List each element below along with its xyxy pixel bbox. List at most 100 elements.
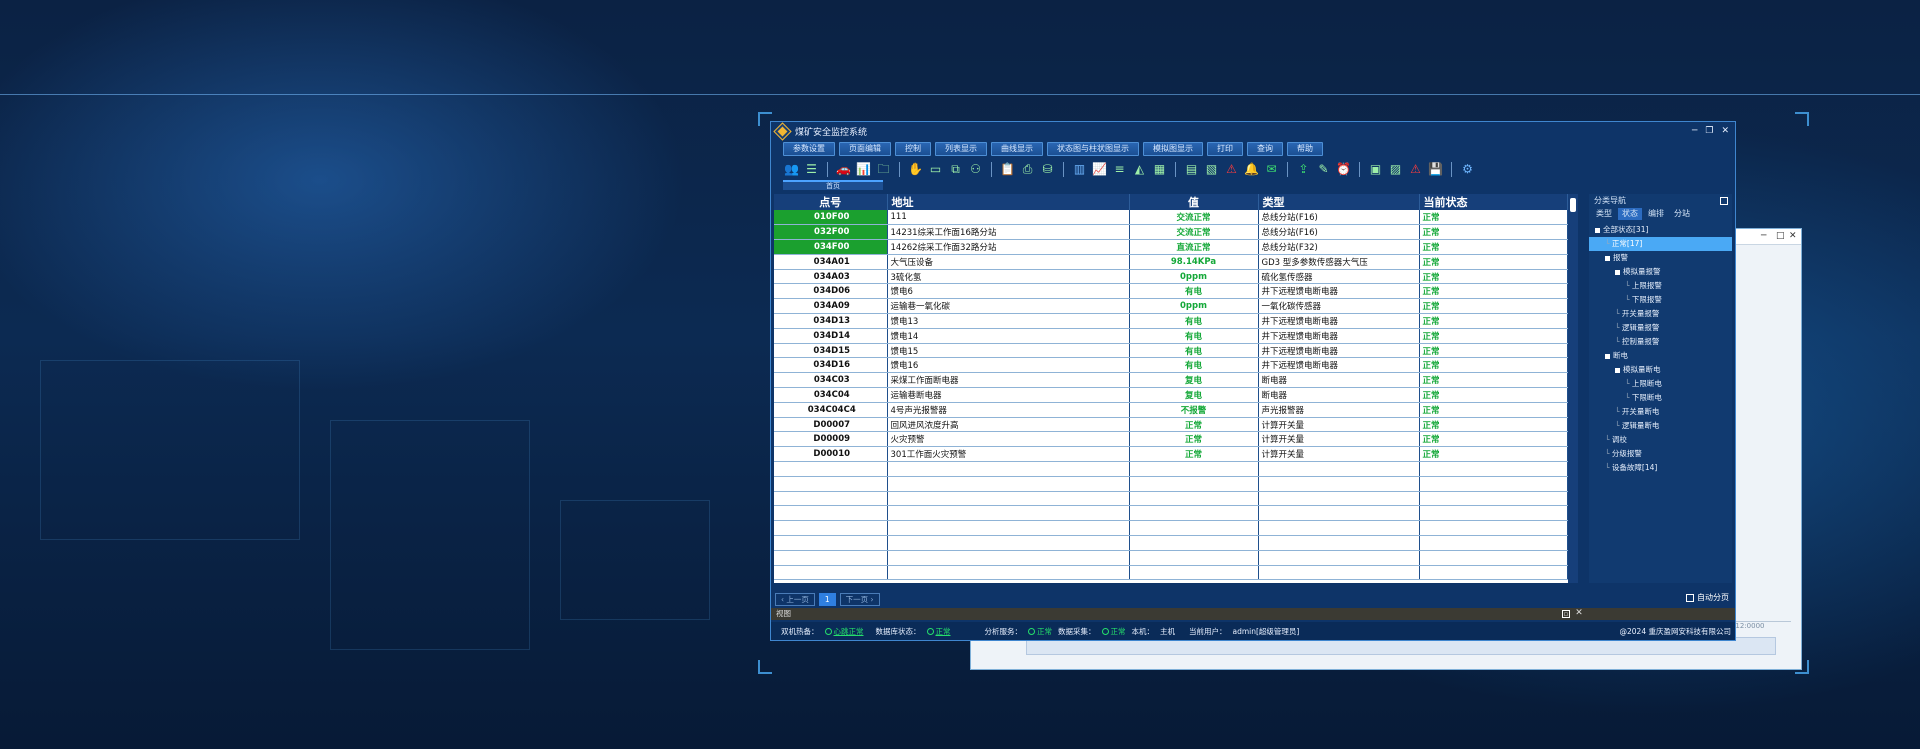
export-icon[interactable]: ⇪: [1295, 161, 1312, 178]
close-icon[interactable]: ✕: [1789, 231, 1797, 241]
menu-item[interactable]: 打印: [1207, 142, 1243, 156]
tab-home[interactable]: 首页: [783, 180, 883, 190]
table-row[interactable]: 034A09 运输巷一氧化碳 0ppm 一氧化碳传感器 正常: [774, 298, 1568, 315]
table-row[interactable]: 034A03 3硫化氢 0ppm 硫化氢传感器 正常: [774, 269, 1568, 285]
settings-icon[interactable]: ⚙: [1459, 161, 1476, 178]
message-icon[interactable]: ✉: [1263, 161, 1280, 178]
table-row[interactable]: 034C03 采煤工作面断电器 复电 断电器 正常: [774, 372, 1568, 389]
table-row[interactable]: D00007 回风进风浓度升高 正常 计算开关量 正常: [774, 417, 1568, 433]
chart-icon[interactable]: 📊: [855, 161, 872, 178]
column-header[interactable]: 当前状态: [1419, 194, 1568, 210]
tree-node[interactable]: └ 开关量报警: [1589, 307, 1732, 321]
area-chart-icon[interactable]: ◭: [1131, 161, 1148, 178]
hand-icon[interactable]: ✋: [907, 161, 924, 178]
nav-tab[interactable]: 编排: [1644, 208, 1668, 220]
tree-node[interactable]: 报警: [1589, 251, 1732, 265]
panel-pin-icon[interactable]: [1720, 197, 1728, 205]
tree-node[interactable]: └ 设备故障[14]: [1589, 461, 1732, 475]
person-icon[interactable]: ⚇: [967, 161, 984, 178]
copy-icon[interactable]: ⧉: [947, 161, 964, 178]
close-icon[interactable]: ✕: [1721, 126, 1729, 136]
menu-item[interactable]: 控制: [895, 142, 931, 156]
save-icon[interactable]: 💾: [1427, 161, 1444, 178]
line-chart-icon[interactable]: 📈: [1091, 161, 1108, 178]
nav-tab[interactable]: 分站: [1670, 208, 1694, 220]
table-row[interactable]: 034D16 馈电16 有电 井下远程馈电断电器 正常: [774, 357, 1568, 374]
menu-item[interactable]: 参数设置: [783, 142, 835, 156]
menu-item[interactable]: 模拟图显示: [1143, 142, 1203, 156]
tree-node[interactable]: └ 正常[17]: [1589, 237, 1732, 251]
maximize-icon[interactable]: ❐: [1705, 126, 1713, 136]
users-icon[interactable]: 👥: [783, 161, 800, 178]
car-icon[interactable]: 🚗: [835, 161, 852, 178]
clipboard-icon[interactable]: 📋: [999, 161, 1016, 178]
doc-icon[interactable]: ▨: [1387, 161, 1404, 178]
menu-item[interactable]: 查询: [1247, 142, 1283, 156]
scrollbar-thumb[interactable]: [1570, 198, 1576, 212]
restore-view-icon[interactable]: ▫: [1562, 610, 1570, 618]
table-row[interactable]: 034F00 14262综采工作面32路分站 直流正常 总线分站(F32) 正常: [774, 239, 1568, 255]
tree-node[interactable]: 全部状态[31]: [1589, 223, 1732, 237]
tree-node[interactable]: └ 逻辑量断电: [1589, 419, 1732, 433]
menu-item[interactable]: 曲线显示: [991, 142, 1043, 156]
book-icon[interactable]: ▤: [1183, 161, 1200, 178]
prev-page-button[interactable]: ‹ 上一页: [775, 592, 815, 606]
nav-tab[interactable]: 状态: [1618, 208, 1642, 220]
database-icon[interactable]: ⛁: [1039, 161, 1056, 178]
table-row[interactable]: 010F00 111 交流正常 总线分站(F16) 正常: [774, 210, 1568, 226]
table-row[interactable]: 034A01 大气压设备 98.14KPa GD3 型多参数传感器大气压 正常: [774, 254, 1568, 270]
auto-paging-toggle[interactable]: 自动分页: [1686, 592, 1729, 603]
tree-expander-icon[interactable]: [1605, 255, 1610, 261]
maximize-icon[interactable]: □: [1776, 231, 1785, 241]
menu-item[interactable]: 帮助: [1287, 142, 1323, 156]
print-icon[interactable]: ⎙: [1019, 161, 1036, 178]
info-warning-icon[interactable]: ⚠: [1407, 161, 1424, 178]
report-icon[interactable]: ▧: [1203, 161, 1220, 178]
tree-node[interactable]: └ 上限断电: [1589, 377, 1732, 391]
nav-tab[interactable]: 类型: [1592, 208, 1616, 220]
page-number-button[interactable]: 1: [818, 592, 836, 606]
minimize-icon[interactable]: ─: [1692, 126, 1697, 136]
table-row[interactable]: 034D06 馈电6 有电 井下远程馈电断电器 正常: [774, 283, 1568, 300]
tree-node[interactable]: └ 下限报警: [1589, 293, 1732, 307]
tree-expander-icon[interactable]: [1615, 367, 1620, 373]
table-row[interactable]: 034D15 馈电15 有电 井下远程馈电断电器 正常: [774, 343, 1568, 359]
column-header[interactable]: 类型: [1258, 194, 1420, 210]
tree-node[interactable]: 断电: [1589, 349, 1732, 363]
server-icon[interactable]: ▣: [1367, 161, 1384, 178]
edit-icon[interactable]: ✎: [1315, 161, 1332, 178]
bar-chart-icon[interactable]: ▥: [1071, 161, 1088, 178]
bell-icon[interactable]: 🔔: [1243, 161, 1260, 178]
sort-icon[interactable]: ≡: [1111, 161, 1128, 178]
tree-node[interactable]: └ 上限报警: [1589, 279, 1732, 293]
list-icon[interactable]: ☰: [803, 161, 820, 178]
warning-icon[interactable]: ⚠: [1223, 161, 1240, 178]
column-header[interactable]: 地址: [887, 194, 1130, 210]
tree-node[interactable]: 模拟量报警: [1589, 265, 1732, 279]
tree-expander-icon[interactable]: [1605, 353, 1610, 359]
tree-node[interactable]: 模拟量断电: [1589, 363, 1732, 377]
tree-node[interactable]: └ 逻辑量报警: [1589, 321, 1732, 335]
menu-item[interactable]: 状态图与柱状图显示: [1047, 142, 1139, 156]
tree-expander-icon[interactable]: [1615, 269, 1620, 275]
table-row[interactable]: 034C04C4 4号声光报警器 不报警 声光报警器 正常: [774, 402, 1568, 418]
column-header[interactable]: 点号: [774, 194, 888, 210]
close-view-icon[interactable]: ✕: [1575, 609, 1583, 618]
tree-node[interactable]: └ 控制量报警: [1589, 335, 1732, 349]
tree-node[interactable]: └ 分级报警: [1589, 447, 1732, 461]
column-header[interactable]: 值: [1129, 194, 1259, 210]
table-row[interactable]: 032F00 14231综采工作面16路分站 交流正常 总线分站(F16) 正常: [774, 224, 1568, 241]
tree-node[interactable]: └ 开关量断电: [1589, 405, 1732, 419]
table-row[interactable]: 034C04 运输巷断电器 复电 断电器 正常: [774, 387, 1568, 403]
menu-item[interactable]: 页面编辑: [839, 142, 891, 156]
table-scrollbar[interactable]: [1568, 194, 1578, 583]
menu-item[interactable]: 列表显示: [935, 142, 987, 156]
tree-node[interactable]: └ 下限断电: [1589, 391, 1732, 405]
tree-expander-icon[interactable]: [1595, 227, 1600, 233]
device-icon[interactable]: ▭: [927, 161, 944, 178]
next-page-button[interactable]: 下一页 ›: [839, 592, 880, 606]
table-row[interactable]: D00009 火灾预警 正常 计算开关量 正常: [774, 431, 1568, 448]
auto-paging-checkbox[interactable]: [1686, 593, 1694, 602]
minimize-icon[interactable]: ─: [1761, 231, 1766, 241]
alarm-icon[interactable]: ⏰: [1335, 161, 1352, 178]
